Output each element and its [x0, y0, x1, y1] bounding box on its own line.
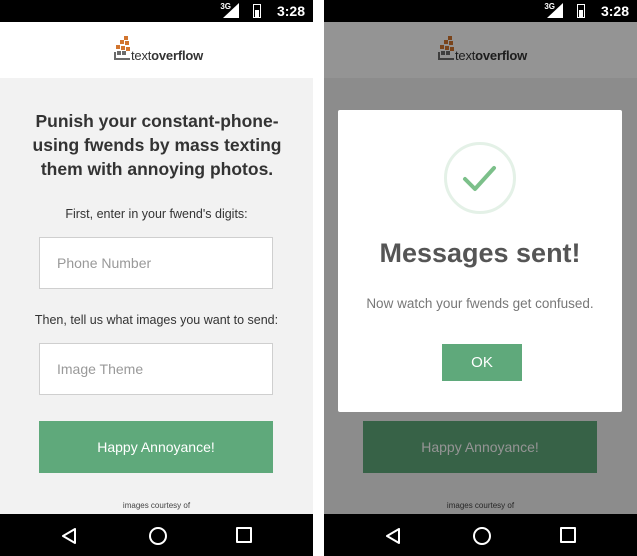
success-screen: 3G 3:28 textoverflow Happy Annoyance! im…: [324, 0, 637, 556]
app-header: textoverflow: [0, 22, 313, 78]
form-screen: 3G 3:28 textoverflow Punish your constan…: [0, 0, 313, 556]
back-icon[interactable]: [62, 528, 76, 544]
credit-text: images courtesy of: [122, 501, 191, 510]
signal-icon: [547, 3, 563, 18]
status-bar: 3G 3:28: [324, 0, 637, 22]
home-icon[interactable]: [473, 527, 491, 545]
signal-icon: [223, 3, 239, 18]
nav-bar: [324, 514, 637, 556]
back-icon[interactable]: [386, 528, 400, 544]
recents-icon[interactable]: [236, 527, 252, 543]
logo-icon: [114, 36, 130, 60]
dialog-title: Messages sent!: [379, 238, 581, 268]
status-time: 3:28: [276, 3, 305, 19]
checkmark-icon: [463, 166, 496, 191]
status-bar: 3G 3:28: [0, 0, 313, 22]
recents-icon[interactable]: [560, 527, 576, 543]
battery-icon: [577, 4, 585, 18]
image-theme-input[interactable]: [39, 343, 273, 395]
nav-bar: [0, 514, 313, 556]
dialog-message: Now watch your fwends get confused.: [366, 296, 594, 311]
theme-label: Then, tell us what images you want to se…: [34, 313, 279, 327]
happy-annoyance-button[interactable]: Happy Annoyance!: [39, 421, 273, 473]
ok-button[interactable]: OK: [442, 344, 522, 381]
phone-label: First, enter in your fwend's digits:: [65, 207, 248, 221]
app-logo: textoverflow: [113, 36, 213, 64]
phone-number-input[interactable]: [39, 237, 273, 289]
status-time: 3:28: [600, 3, 629, 19]
success-check-circle: [444, 142, 516, 214]
battery-icon: [253, 4, 261, 18]
success-dialog: Messages sent! Now watch your fwends get…: [338, 110, 622, 412]
home-icon[interactable]: [149, 527, 167, 545]
logo-text: textoverflow: [131, 48, 204, 63]
page-headline: Punish your constant-phone-using fwends …: [32, 111, 282, 179]
